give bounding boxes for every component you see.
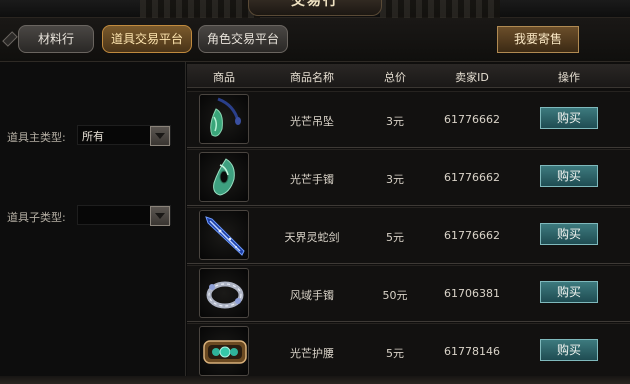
tab-materials[interactable]: 材料行 xyxy=(18,25,94,53)
consign-sell-button[interactable]: 我要寄售 xyxy=(497,26,579,53)
item-name: 光芒吊坠 xyxy=(290,115,334,128)
main-type-select[interactable]: 所有 xyxy=(77,125,171,146)
item-price: 50元 xyxy=(382,289,408,302)
bottom-border xyxy=(0,376,630,384)
buy-button[interactable]: 购买 xyxy=(540,281,598,303)
tab-item-trading-label: 道具交易平台 xyxy=(110,32,183,46)
main-type-label: 道具主类型: xyxy=(7,131,66,144)
title-bar: 交易行 xyxy=(0,0,630,18)
header-name: 商品名称 xyxy=(290,71,334,84)
item-price: 5元 xyxy=(386,347,404,360)
table-row: 光芒吊坠 3元 61776662 购买 xyxy=(187,91,630,148)
title-plate: 交易行 xyxy=(248,0,382,16)
main-type-value: 所有 xyxy=(82,130,104,143)
seller-id: 61778146 xyxy=(444,345,500,358)
seller-id: 61776662 xyxy=(444,113,500,126)
header-action: 操作 xyxy=(558,71,580,84)
title-ornament-left xyxy=(140,0,260,18)
table-row: 光芒手镯 3元 61776662 购买 xyxy=(187,149,630,206)
sub-type-label: 道具子类型: xyxy=(7,211,66,224)
table-row: 风域手镯 50元 61706381 购买 xyxy=(187,265,630,322)
table-row: 光芒护腰 5元 61778146 购买 xyxy=(187,323,630,380)
jade-pendant-icon xyxy=(199,94,249,144)
tab-strip-ornament xyxy=(2,31,18,47)
item-name: 风域手镯 xyxy=(290,289,334,302)
jeweled-belt-icon xyxy=(199,326,249,376)
seller-id: 61776662 xyxy=(444,229,500,242)
buy-button[interactable]: 购买 xyxy=(540,223,598,245)
seller-id: 61776662 xyxy=(444,171,500,184)
header-price: 总价 xyxy=(384,71,406,84)
tab-character-trading-label: 角色交易平台 xyxy=(206,32,279,46)
item-name: 光芒护腰 xyxy=(290,347,334,360)
header-item: 商品 xyxy=(213,71,235,84)
item-name: 天界灵蛇剑 xyxy=(284,231,340,244)
window-title: 交易行 xyxy=(291,0,339,9)
item-price: 3元 xyxy=(386,173,404,186)
jade-bracelet-icon xyxy=(199,152,249,202)
sub-type-select[interactable] xyxy=(77,205,171,226)
buy-button[interactable]: 购买 xyxy=(540,165,598,187)
item-name: 光芒手镯 xyxy=(290,173,334,186)
chevron-down-icon[interactable] xyxy=(150,206,170,226)
chevron-down-icon[interactable] xyxy=(150,126,170,146)
buy-button[interactable]: 购买 xyxy=(540,339,598,361)
buy-button[interactable]: 购买 xyxy=(540,107,598,129)
table-row: 天界灵蛇剑 5元 61776662 购买 xyxy=(187,207,630,264)
title-ornament-right xyxy=(380,0,500,18)
filter-panel: 道具主类型: 所有 道具子类型: xyxy=(0,62,186,384)
blue-serpent-sword-icon xyxy=(199,210,249,260)
listing-table: 商品 商品名称 总价 卖家ID 操作 光芒吊坠 3元 61776662 购买 光… xyxy=(187,62,630,384)
seller-id: 61706381 xyxy=(444,287,500,300)
tab-strip: 材料行 道具交易平台 角色交易平台 我要寄售 xyxy=(0,18,630,62)
silver-bracelet-icon xyxy=(199,268,249,318)
header-seller: 卖家ID xyxy=(455,71,489,84)
item-price: 3元 xyxy=(386,115,404,128)
tab-materials-label: 材料行 xyxy=(37,32,74,46)
item-price: 5元 xyxy=(386,231,404,244)
tab-character-trading[interactable]: 角色交易平台 xyxy=(198,25,288,53)
table-header: 商品 商品名称 总价 卖家ID 操作 xyxy=(187,64,630,88)
tab-item-trading[interactable]: 道具交易平台 xyxy=(102,25,192,53)
